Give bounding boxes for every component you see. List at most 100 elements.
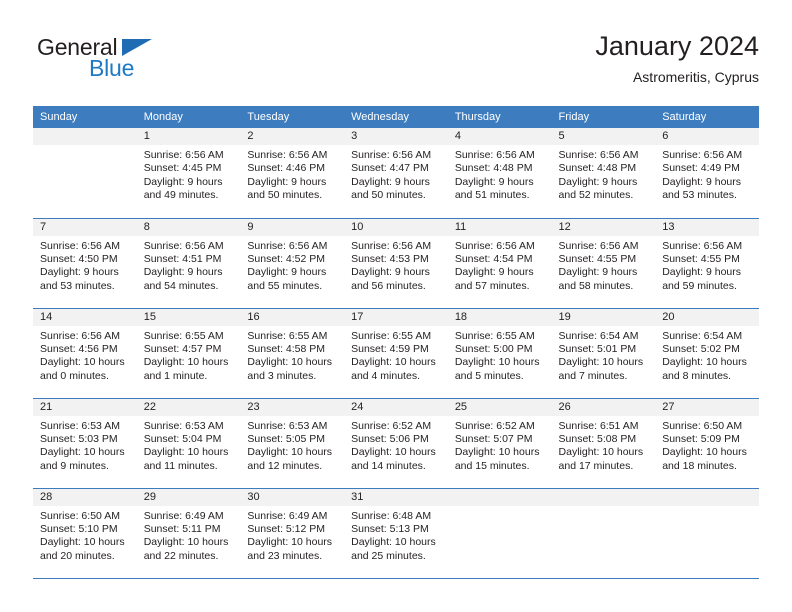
sunrise-time: Sunrise: 6:49 AM bbox=[143, 509, 224, 522]
calendar-day-cell[interactable]: 2 Sunrise: 6:56 AM Sunset: 4:46 PM Daylight… bbox=[240, 128, 345, 219]
day-details: Sunrise: 6:55 AM Sunset: 5:00 PM Daylight:… bbox=[448, 326, 552, 384]
sunrise-time: Sunrise: 6:52 AM bbox=[351, 419, 432, 432]
daylight-duration-line2: and 11 minutes. bbox=[143, 459, 218, 472]
daylight-duration-line1: Daylight: 9 hours bbox=[247, 266, 327, 279]
day-cell-inner: 13 Sunrise: 6:56 AM Sunset: 4:55 PM Dayligh… bbox=[655, 218, 759, 308]
calendar-day-cell[interactable]: 22 Sunrise: 6:53 AM Sunset: 5:04 PM Dayligh… bbox=[136, 398, 241, 489]
day-details: Sunrise: 6:50 AM Sunset: 5:09 PM Daylight:… bbox=[655, 416, 759, 474]
calendar-day-cell[interactable]: 16 Sunrise: 6:55 AM Sunset: 4:58 PM Dayligh… bbox=[240, 308, 345, 399]
calendar-day-cell[interactable]: 6 Sunrise: 6:56 AM Sunset: 4:49 PM Daylight… bbox=[655, 128, 759, 219]
sunrise-time: Sunrise: 6:56 AM bbox=[662, 149, 743, 161]
sunset-time: Sunset: 5:03 PM bbox=[40, 432, 118, 445]
calendar-day-cell[interactable]: 11 Sunrise: 6:56 AM Sunset: 4:54 PM Dayligh… bbox=[447, 218, 552, 309]
sunrise-time: Sunrise: 6:51 AM bbox=[558, 419, 639, 432]
calendar-day-cell[interactable]: 14 Sunrise: 6:56 AM Sunset: 4:56 PM Dayligh… bbox=[33, 308, 137, 399]
calendar-day-cell[interactable]: 5 Sunrise: 6:56 AM Sunset: 4:48 PM Daylight… bbox=[551, 128, 656, 219]
sunrise-time: Sunrise: 6:50 AM bbox=[40, 509, 120, 522]
day-number bbox=[655, 488, 759, 506]
sunset-time: Sunset: 4:53 PM bbox=[351, 252, 429, 265]
calendar-day-cell[interactable]: 9 Sunrise: 6:56 AM Sunset: 4:52 PM Daylight… bbox=[240, 218, 345, 309]
sunset-time: Sunset: 4:47 PM bbox=[351, 162, 429, 175]
day-cell-inner bbox=[551, 488, 656, 578]
calendar-day-cell[interactable]: 12 Sunrise: 6:56 AM Sunset: 4:55 PM Dayligh… bbox=[551, 218, 656, 309]
day-details: Sunrise: 6:55 AM Sunset: 4:57 PM Daylight:… bbox=[137, 326, 241, 384]
calendar-day-cell[interactable]: 3 Sunrise: 6:56 AM Sunset: 4:47 PM Daylight… bbox=[344, 128, 448, 219]
daylight-duration-line1: Daylight: 10 hours bbox=[247, 356, 333, 369]
daylight-duration-line1: Daylight: 9 hours bbox=[351, 266, 430, 279]
day-cell-inner: 8 Sunrise: 6:56 AM Sunset: 4:51 PM Daylight… bbox=[136, 218, 241, 308]
sunset-time: Sunset: 5:02 PM bbox=[662, 342, 740, 355]
sunrise-time: Sunrise: 6:55 AM bbox=[247, 329, 328, 342]
daylight-duration-line2: and 53 minutes. bbox=[662, 189, 737, 202]
logo-triangle-icon bbox=[122, 39, 152, 56]
daylight-duration-line1: Daylight: 10 hours bbox=[143, 536, 229, 549]
calendar-day-cell[interactable]: 15 Sunrise: 6:55 AM Sunset: 4:57 PM Dayligh… bbox=[136, 308, 241, 399]
daylight-duration-line1: Daylight: 10 hours bbox=[351, 446, 436, 459]
day-number: 15 bbox=[136, 308, 241, 326]
calendar-day-cell[interactable]: 20 Sunrise: 6:54 AM Sunset: 5:02 PM Dayligh… bbox=[655, 308, 759, 399]
calendar-day-cell[interactable]: 17 Sunrise: 6:55 AM Sunset: 4:59 PM Dayligh… bbox=[344, 308, 448, 399]
day-number: 13 bbox=[655, 218, 759, 236]
sunrise-time: Sunrise: 6:48 AM bbox=[351, 509, 432, 522]
day-details: Sunrise: 6:56 AM Sunset: 4:48 PM Daylight:… bbox=[552, 145, 656, 203]
sunset-time: Sunset: 5:01 PM bbox=[558, 342, 637, 355]
day-cell-inner: 23 Sunrise: 6:53 AM Sunset: 5:05 PM Dayligh… bbox=[240, 398, 345, 488]
day-details: Sunrise: 6:56 AM Sunset: 4:46 PM Daylight:… bbox=[240, 145, 344, 203]
calendar-day-cell[interactable]: 26 Sunrise: 6:51 AM Sunset: 5:08 PM Dayligh… bbox=[551, 398, 656, 489]
sunset-time: Sunset: 5:05 PM bbox=[247, 432, 326, 445]
sunset-time: Sunset: 4:45 PM bbox=[143, 162, 222, 175]
sunrise-time: Sunrise: 6:53 AM bbox=[143, 419, 224, 432]
day-details: Sunrise: 6:54 AM Sunset: 5:01 PM Daylight:… bbox=[552, 326, 656, 384]
calendar-day-cell[interactable]: 7 Sunrise: 6:56 AM Sunset: 4:50 PM Daylight… bbox=[33, 218, 137, 309]
calendar-day-cell bbox=[655, 488, 759, 579]
day-cell-inner: 12 Sunrise: 6:56 AM Sunset: 4:55 PM Dayligh… bbox=[551, 218, 656, 308]
calendar-day-cell[interactable]: 29 Sunrise: 6:49 AM Sunset: 5:11 PM Dayligh… bbox=[136, 488, 241, 579]
day-number: 29 bbox=[136, 488, 241, 506]
day-cell-inner bbox=[655, 488, 759, 578]
day-number: 10 bbox=[344, 218, 448, 236]
daylight-duration-line2: and 1 minute. bbox=[143, 369, 208, 382]
sunset-time: Sunset: 5:04 PM bbox=[143, 432, 222, 445]
calendar-day-cell[interactable]: 31 Sunrise: 6:48 AM Sunset: 5:13 PM Dayligh… bbox=[344, 488, 448, 579]
daylight-duration-line2: and 58 minutes. bbox=[558, 279, 634, 292]
calendar-day-cell[interactable]: 21 Sunrise: 6:53 AM Sunset: 5:03 PM Dayligh… bbox=[33, 398, 137, 489]
sunset-time: Sunset: 4:46 PM bbox=[247, 162, 326, 175]
daylight-duration-line2: and 56 minutes. bbox=[351, 279, 426, 292]
calendar-day-cell[interactable]: 10 Sunrise: 6:56 AM Sunset: 4:53 PM Dayligh… bbox=[344, 218, 448, 309]
daylight-duration-line1: Daylight: 10 hours bbox=[351, 536, 436, 549]
daylight-duration-line1: Daylight: 9 hours bbox=[143, 266, 223, 279]
sunrise-time: Sunrise: 6:50 AM bbox=[662, 419, 743, 432]
calendar-day-cell[interactable]: 24 Sunrise: 6:52 AM Sunset: 5:06 PM Dayligh… bbox=[344, 398, 448, 489]
calendar-day-cell[interactable]: 28 Sunrise: 6:50 AM Sunset: 5:10 PM Dayligh… bbox=[33, 488, 137, 579]
daylight-duration-line2: and 17 minutes. bbox=[558, 459, 634, 472]
sunset-time: Sunset: 4:48 PM bbox=[558, 162, 637, 175]
sunset-time: Sunset: 4:55 PM bbox=[558, 252, 637, 265]
calendar-week-row: 7 Sunrise: 6:56 AM Sunset: 4:50 PM Daylight… bbox=[33, 218, 759, 309]
calendar-day-cell[interactable]: 13 Sunrise: 6:56 AM Sunset: 4:55 PM Dayligh… bbox=[655, 218, 759, 309]
calendar-day-cell[interactable]: 8 Sunrise: 6:56 AM Sunset: 4:51 PM Daylight… bbox=[136, 218, 241, 309]
sunrise-time: Sunrise: 6:52 AM bbox=[454, 419, 535, 432]
daylight-duration-line1: Daylight: 9 hours bbox=[662, 175, 742, 188]
calendar-week-row: 21 Sunrise: 6:53 AM Sunset: 5:03 PM Dayligh… bbox=[33, 398, 759, 489]
calendar-day-cell[interactable]: 18 Sunrise: 6:55 AM Sunset: 5:00 PM Dayligh… bbox=[447, 308, 552, 399]
calendar-page: General Blue January 2024 Astromeritis, … bbox=[0, 0, 792, 612]
calendar-day-cell[interactable]: 19 Sunrise: 6:54 AM Sunset: 5:01 PM Dayligh… bbox=[551, 308, 656, 399]
day-number: 6 bbox=[655, 128, 759, 145]
sunrise-time: Sunrise: 6:56 AM bbox=[143, 149, 224, 161]
daylight-duration-line1: Daylight: 10 hours bbox=[662, 446, 747, 459]
daylight-duration-line1: Daylight: 9 hours bbox=[558, 266, 638, 279]
general-blue-logo[interactable]: General Blue bbox=[33, 34, 253, 90]
daylight-duration-line2: and 20 minutes. bbox=[40, 549, 115, 562]
day-details: Sunrise: 6:52 AM Sunset: 5:07 PM Daylight:… bbox=[448, 416, 552, 474]
calendar-day-cell[interactable]: 23 Sunrise: 6:53 AM Sunset: 5:05 PM Dayligh… bbox=[240, 398, 345, 489]
calendar-day-cell[interactable]: 25 Sunrise: 6:52 AM Sunset: 5:07 PM Dayligh… bbox=[447, 398, 552, 489]
calendar-day-cell[interactable]: 30 Sunrise: 6:49 AM Sunset: 5:12 PM Dayligh… bbox=[240, 488, 345, 579]
calendar-day-cell[interactable]: 1 Sunrise: 6:56 AM Sunset: 4:45 PM Daylight… bbox=[136, 128, 241, 219]
sunset-time: Sunset: 4:56 PM bbox=[40, 342, 118, 355]
sunrise-time: Sunrise: 6:56 AM bbox=[40, 329, 120, 342]
daylight-duration-line2: and 22 minutes. bbox=[143, 549, 219, 562]
daylight-duration-line2: and 9 minutes. bbox=[40, 459, 109, 472]
calendar-day-cell[interactable]: 27 Sunrise: 6:50 AM Sunset: 5:09 PM Dayligh… bbox=[655, 398, 759, 489]
day-details: Sunrise: 6:55 AM Sunset: 4:58 PM Daylight:… bbox=[240, 326, 344, 384]
calendar-day-cell[interactable]: 4 Sunrise: 6:56 AM Sunset: 4:48 PM Daylight… bbox=[447, 128, 552, 219]
